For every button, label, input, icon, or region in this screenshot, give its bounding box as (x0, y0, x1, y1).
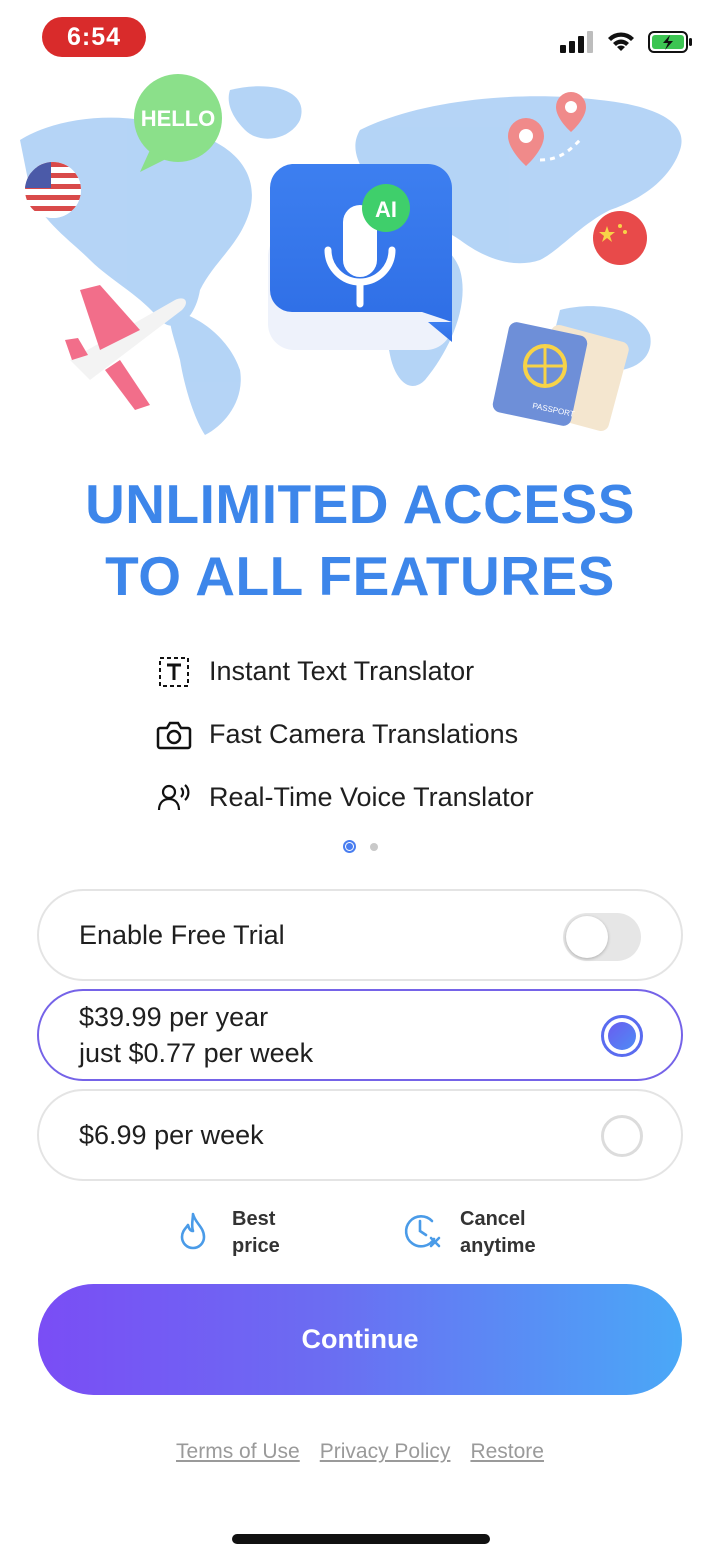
world-map-illustration: HELLO PASSPORT AI (20, 74, 682, 435)
toggle-knob (566, 916, 608, 958)
yearly-plan-text: $39.99 per year just $0.77 per week (79, 999, 313, 1071)
cancel-anytime-text: Cancel anytime (460, 1206, 536, 1260)
feature-item-text: Instant Text Translator (155, 640, 635, 703)
cancel-line-2: anytime (460, 1235, 536, 1257)
china-flag-icon (593, 211, 647, 265)
app-microphone-icon: AI (268, 164, 452, 350)
privacy-link[interactable]: Privacy Policy (320, 1440, 451, 1464)
signal-icon (560, 31, 593, 53)
feature-label: Instant Text Translator (209, 656, 475, 686)
text-icon (155, 653, 193, 691)
page-indicator (0, 840, 720, 853)
yearly-plan-option[interactable]: $39.99 per year just $0.77 per week (37, 989, 683, 1081)
best-price-line-1: Best (232, 1208, 276, 1230)
yearly-price: $39.99 per year (79, 1002, 269, 1032)
camera-icon (155, 716, 193, 754)
svg-text:AI: AI (375, 197, 397, 222)
free-trial-toggle[interactable] (563, 913, 641, 961)
weekly-price: $6.99 per week (79, 1120, 264, 1150)
feature-label: Real-Time Voice Translator (209, 782, 534, 812)
status-time: 6:54 (42, 17, 146, 57)
feature-item-camera: Fast Camera Translations (155, 703, 635, 766)
hero-illustration: HELLO PASSPORT AI (0, 60, 720, 450)
weekly-radio[interactable] (601, 1115, 643, 1157)
page-dot[interactable] (369, 842, 378, 851)
clock-cancel-icon (402, 1211, 442, 1256)
wifi-icon (608, 32, 634, 51)
page-dot-active[interactable] (342, 840, 356, 853)
cancel-line-1: Cancel (460, 1208, 526, 1230)
headline: UNLIMITED ACCESS TO ALL FEATURES (0, 468, 720, 612)
svg-text:HELLO: HELLO (141, 106, 216, 131)
yearly-weekly-price: just $0.77 per week (79, 1038, 314, 1068)
free-trial-option[interactable]: Enable Free Trial (37, 889, 683, 981)
weekly-plan-option[interactable]: $6.99 per week (37, 1089, 683, 1181)
feature-item-voice: Real-Time Voice Translator (155, 766, 635, 829)
flame-icon (176, 1211, 210, 1256)
best-price-badge: Best price (176, 1206, 280, 1260)
voice-person-icon (155, 779, 193, 817)
cancel-anytime-badge: Cancel anytime (402, 1206, 536, 1260)
feature-label: Fast Camera Translations (209, 719, 519, 749)
headline-line-2: TO ALL FEATURES (105, 545, 615, 607)
free-trial-label: Enable Free Trial (79, 920, 285, 950)
headline-line-1: UNLIMITED ACCESS (85, 473, 635, 535)
battery-charging-icon (648, 31, 692, 53)
yearly-radio[interactable] (601, 1015, 643, 1057)
continue-button[interactable]: Continue (38, 1284, 682, 1395)
terms-link[interactable]: Terms of Use (176, 1440, 300, 1464)
footer-links: Terms of Use Privacy Policy Restore (0, 1440, 720, 1464)
best-price-text: Best price (232, 1206, 280, 1260)
best-price-line-2: price (232, 1235, 280, 1257)
status-icons (560, 30, 694, 54)
restore-link[interactable]: Restore (470, 1440, 544, 1464)
home-indicator[interactable] (232, 1534, 490, 1544)
feature-list: Instant Text Translator Fast Camera Tran… (155, 640, 635, 829)
us-flag-icon (25, 162, 81, 218)
